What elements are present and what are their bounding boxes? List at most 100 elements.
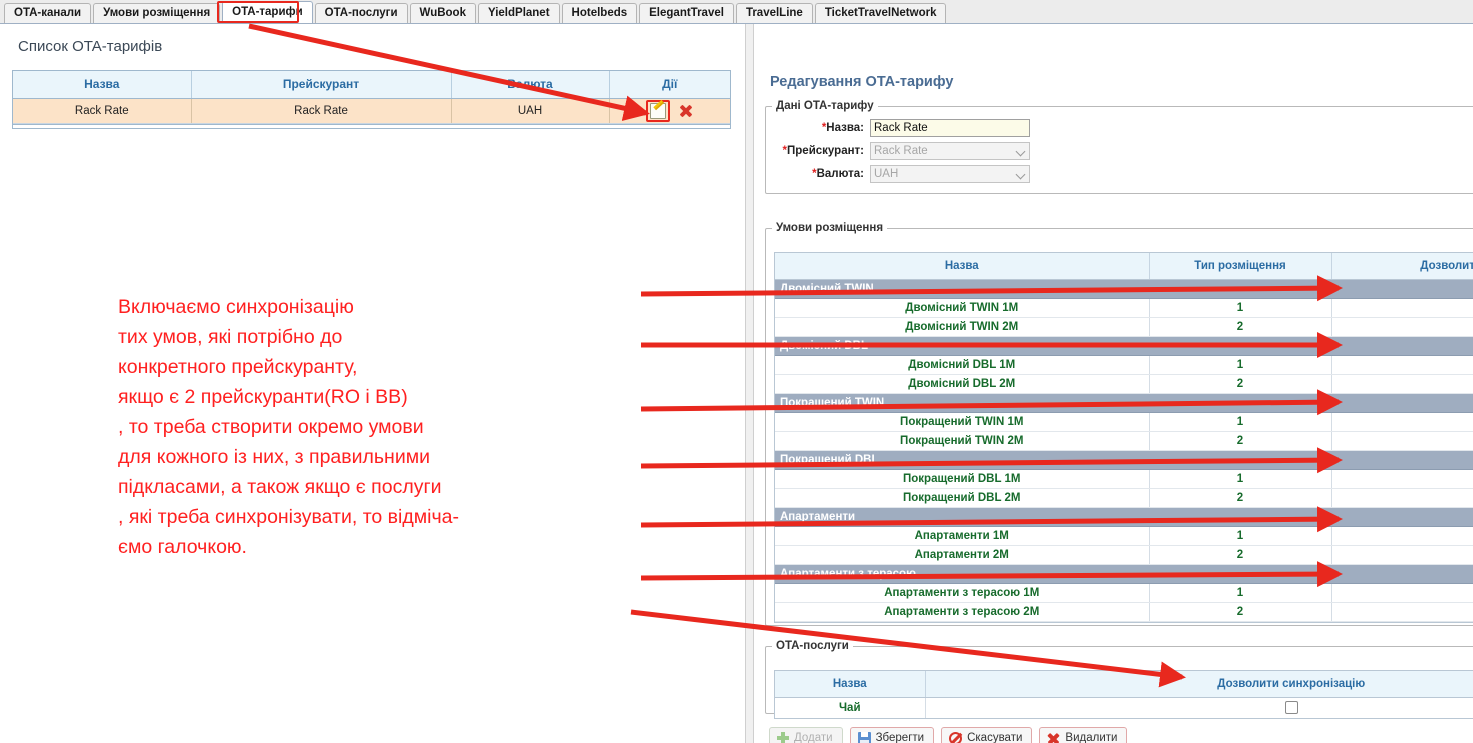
condition-group-row[interactable]: Двомісний DBL — [775, 336, 1473, 355]
condition-accommodation-type: 1 — [1149, 469, 1331, 488]
condition-row[interactable]: Покращений DBL 1M1 — [775, 469, 1473, 488]
form-row-прейскурант: *Прейскурант: Rack Rate — [766, 141, 1473, 160]
select-value: Rack Rate — [874, 145, 928, 157]
select-прейскурант[interactable]: Rack Rate — [870, 142, 1030, 160]
service-sync-cell — [925, 697, 1473, 718]
column-header-валюта[interactable]: Валюта — [451, 71, 609, 98]
pane-splitter[interactable] — [745, 24, 754, 743]
condition-row[interactable]: Двомісний TWIN 1M1 — [775, 298, 1473, 317]
condition-row[interactable]: Покращений DBL 2M2 — [775, 488, 1473, 507]
condition-row[interactable]: Апартаменти з терасою 2M2 — [775, 602, 1473, 621]
condition-accommodation-type: 1 — [1149, 355, 1331, 374]
service-row[interactable]: Чай — [775, 697, 1473, 718]
condition-row[interactable]: Двомісний TWIN 2M2 — [775, 317, 1473, 336]
form-row-валюта: *Валюта:UAH — [766, 164, 1473, 183]
button-label: Додати — [794, 732, 833, 743]
condition-group-label: Апартаменти — [775, 507, 1473, 526]
chevron-down-icon[interactable] — [1016, 169, 1026, 179]
condition-sync-cell — [1331, 545, 1473, 564]
conditions-table: НазваТип розміщенняДозволити синхронізац… — [774, 252, 1473, 623]
condition-sync-cell — [1331, 317, 1473, 336]
services-header-row: НазваДозволити синхронізацію — [775, 671, 1473, 697]
tab-tickettravelnetwork[interactable]: TicketTravelNetwork — [815, 3, 947, 23]
condition-accommodation-type: 2 — [1149, 602, 1331, 621]
tab-ota-тарифи[interactable]: OTA-тарифи — [222, 1, 313, 23]
ota-rate-editor-pane: Редагування OTA-тарифу Дані OTA-тарифу *… — [755, 24, 1473, 743]
ota-services-fieldset: OTA-послуги НазваДозволити синхронізацію… — [765, 640, 1473, 714]
condition-row[interactable]: Покращений TWIN 1M1 — [775, 412, 1473, 431]
cell-name: Rack Rate — [13, 98, 191, 123]
condition-group-label: Двомісний TWIN — [775, 279, 1473, 298]
condition-accommodation-type: 2 — [1149, 545, 1331, 564]
condition-sync-cell — [1331, 412, 1473, 431]
form-row-назва: *Назва: — [766, 118, 1473, 137]
condition-group-row[interactable]: Апартаменти — [775, 507, 1473, 526]
input-назва[interactable] — [870, 119, 1030, 137]
condition-sync-cell — [1331, 526, 1473, 545]
field-label-прейскурант: *Прейскурант: — [766, 145, 870, 157]
button-зберегти[interactable]: Зберегти — [850, 727, 934, 743]
conditions-column-header-тип-розміщення[interactable]: Тип розміщення — [1149, 253, 1331, 279]
data-fieldset-legend: Дані OTA-тарифу — [772, 100, 878, 112]
condition-group-row[interactable]: Покращений TWIN — [775, 393, 1473, 412]
service-sync-checkbox[interactable] — [1285, 701, 1298, 714]
services-column-header-назва[interactable]: Назва — [775, 671, 925, 697]
condition-accommodation-type: 1 — [1149, 526, 1331, 545]
condition-group-row[interactable]: Двомісний TWIN — [775, 279, 1473, 298]
field-label-назва: *Назва: — [766, 122, 870, 134]
button-скасувати[interactable]: Скасувати — [941, 727, 1032, 743]
condition-group-label: Покращений DBL — [775, 450, 1473, 469]
condition-accommodation-type: 2 — [1149, 488, 1331, 507]
column-header-назва[interactable]: Назва — [13, 71, 191, 98]
tab-ota-послуги[interactable]: OTA-послуги — [315, 3, 408, 23]
condition-row[interactable]: Апартаменти 1M1 — [775, 526, 1473, 545]
ota-rates-grid: НазваПрейскурантВалютаДії Rack RateRack … — [12, 70, 731, 129]
tab-умови-розміщення[interactable]: Умови розміщення — [93, 3, 220, 23]
condition-sync-cell — [1331, 298, 1473, 317]
delete-x-icon — [1047, 732, 1060, 743]
condition-accommodation-type: 2 — [1149, 374, 1331, 393]
condition-accommodation-type: 2 — [1149, 317, 1331, 336]
column-header-дії[interactable]: Дії — [609, 71, 730, 98]
tab-travelline[interactable]: TravelLine — [736, 3, 813, 23]
field-label-text: Прейскурант: — [787, 145, 864, 157]
delete-x-icon[interactable] — [678, 103, 693, 118]
condition-row[interactable]: Покращений TWIN 2M2 — [775, 431, 1473, 450]
condition-row[interactable]: Апартаменти з терасою 1M1 — [775, 583, 1473, 602]
table-header-row: НазваПрейскурантВалютаДії — [13, 71, 730, 98]
tab-ota-канали[interactable]: OTA-канали — [4, 3, 91, 23]
field-label-text: Назва: — [826, 122, 864, 134]
services-column-header-дозволити-синхронізацію[interactable]: Дозволити синхронізацію — [925, 671, 1473, 697]
editor-title: Редагування OTA-тарифу — [770, 74, 953, 90]
chevron-down-icon[interactable] — [1016, 146, 1026, 156]
services-table: НазваДозволити синхронізацію Чай — [774, 670, 1473, 719]
button-label: Зберегти — [876, 732, 924, 743]
condition-group-row[interactable]: Покращений DBL — [775, 450, 1473, 469]
grid-footer — [13, 124, 730, 128]
condition-row[interactable]: Апартаменти 2M2 — [775, 545, 1473, 564]
save-disk-icon — [858, 732, 871, 743]
condition-sync-cell — [1331, 431, 1473, 450]
column-header-прейскурант[interactable]: Прейскурант — [191, 71, 451, 98]
services-fieldset-legend: OTA-послуги — [772, 640, 853, 652]
condition-group-label: Двомісний DBL — [775, 336, 1473, 355]
condition-row[interactable]: Двомісний DBL 2M2 — [775, 374, 1473, 393]
conditions-column-header-дозволити-синхронізацію[interactable]: Дозволити синхронізацію — [1331, 253, 1473, 279]
button-додати: Додати — [769, 727, 843, 743]
select-валюта[interactable]: UAH — [870, 165, 1030, 183]
tab-yieldplanet[interactable]: YieldPlanet — [478, 3, 560, 23]
button-видалити[interactable]: Видалити — [1039, 727, 1127, 743]
cancel-circle-icon — [949, 732, 962, 743]
table-row[interactable]: Rack RateRack RateUAH — [13, 98, 730, 123]
condition-sync-cell — [1331, 469, 1473, 488]
plus-icon — [777, 732, 789, 743]
edit-pencil-icon[interactable] — [650, 103, 666, 119]
condition-group-row[interactable]: Апартаменти з терасою — [775, 564, 1473, 583]
accommodation-conditions-fieldset: Умови розміщення НазваТип розміщенняДозв… — [765, 222, 1473, 626]
conditions-column-header-назва[interactable]: Назва — [775, 253, 1149, 279]
condition-name: Апартаменти з терасою 1M — [775, 583, 1149, 602]
tab-eleganttravel[interactable]: ElegantTravel — [639, 3, 734, 23]
tab-hotelbeds[interactable]: Hotelbeds — [562, 3, 638, 23]
condition-row[interactable]: Двомісний DBL 1M1 — [775, 355, 1473, 374]
tab-wubook[interactable]: WuBook — [410, 3, 476, 23]
